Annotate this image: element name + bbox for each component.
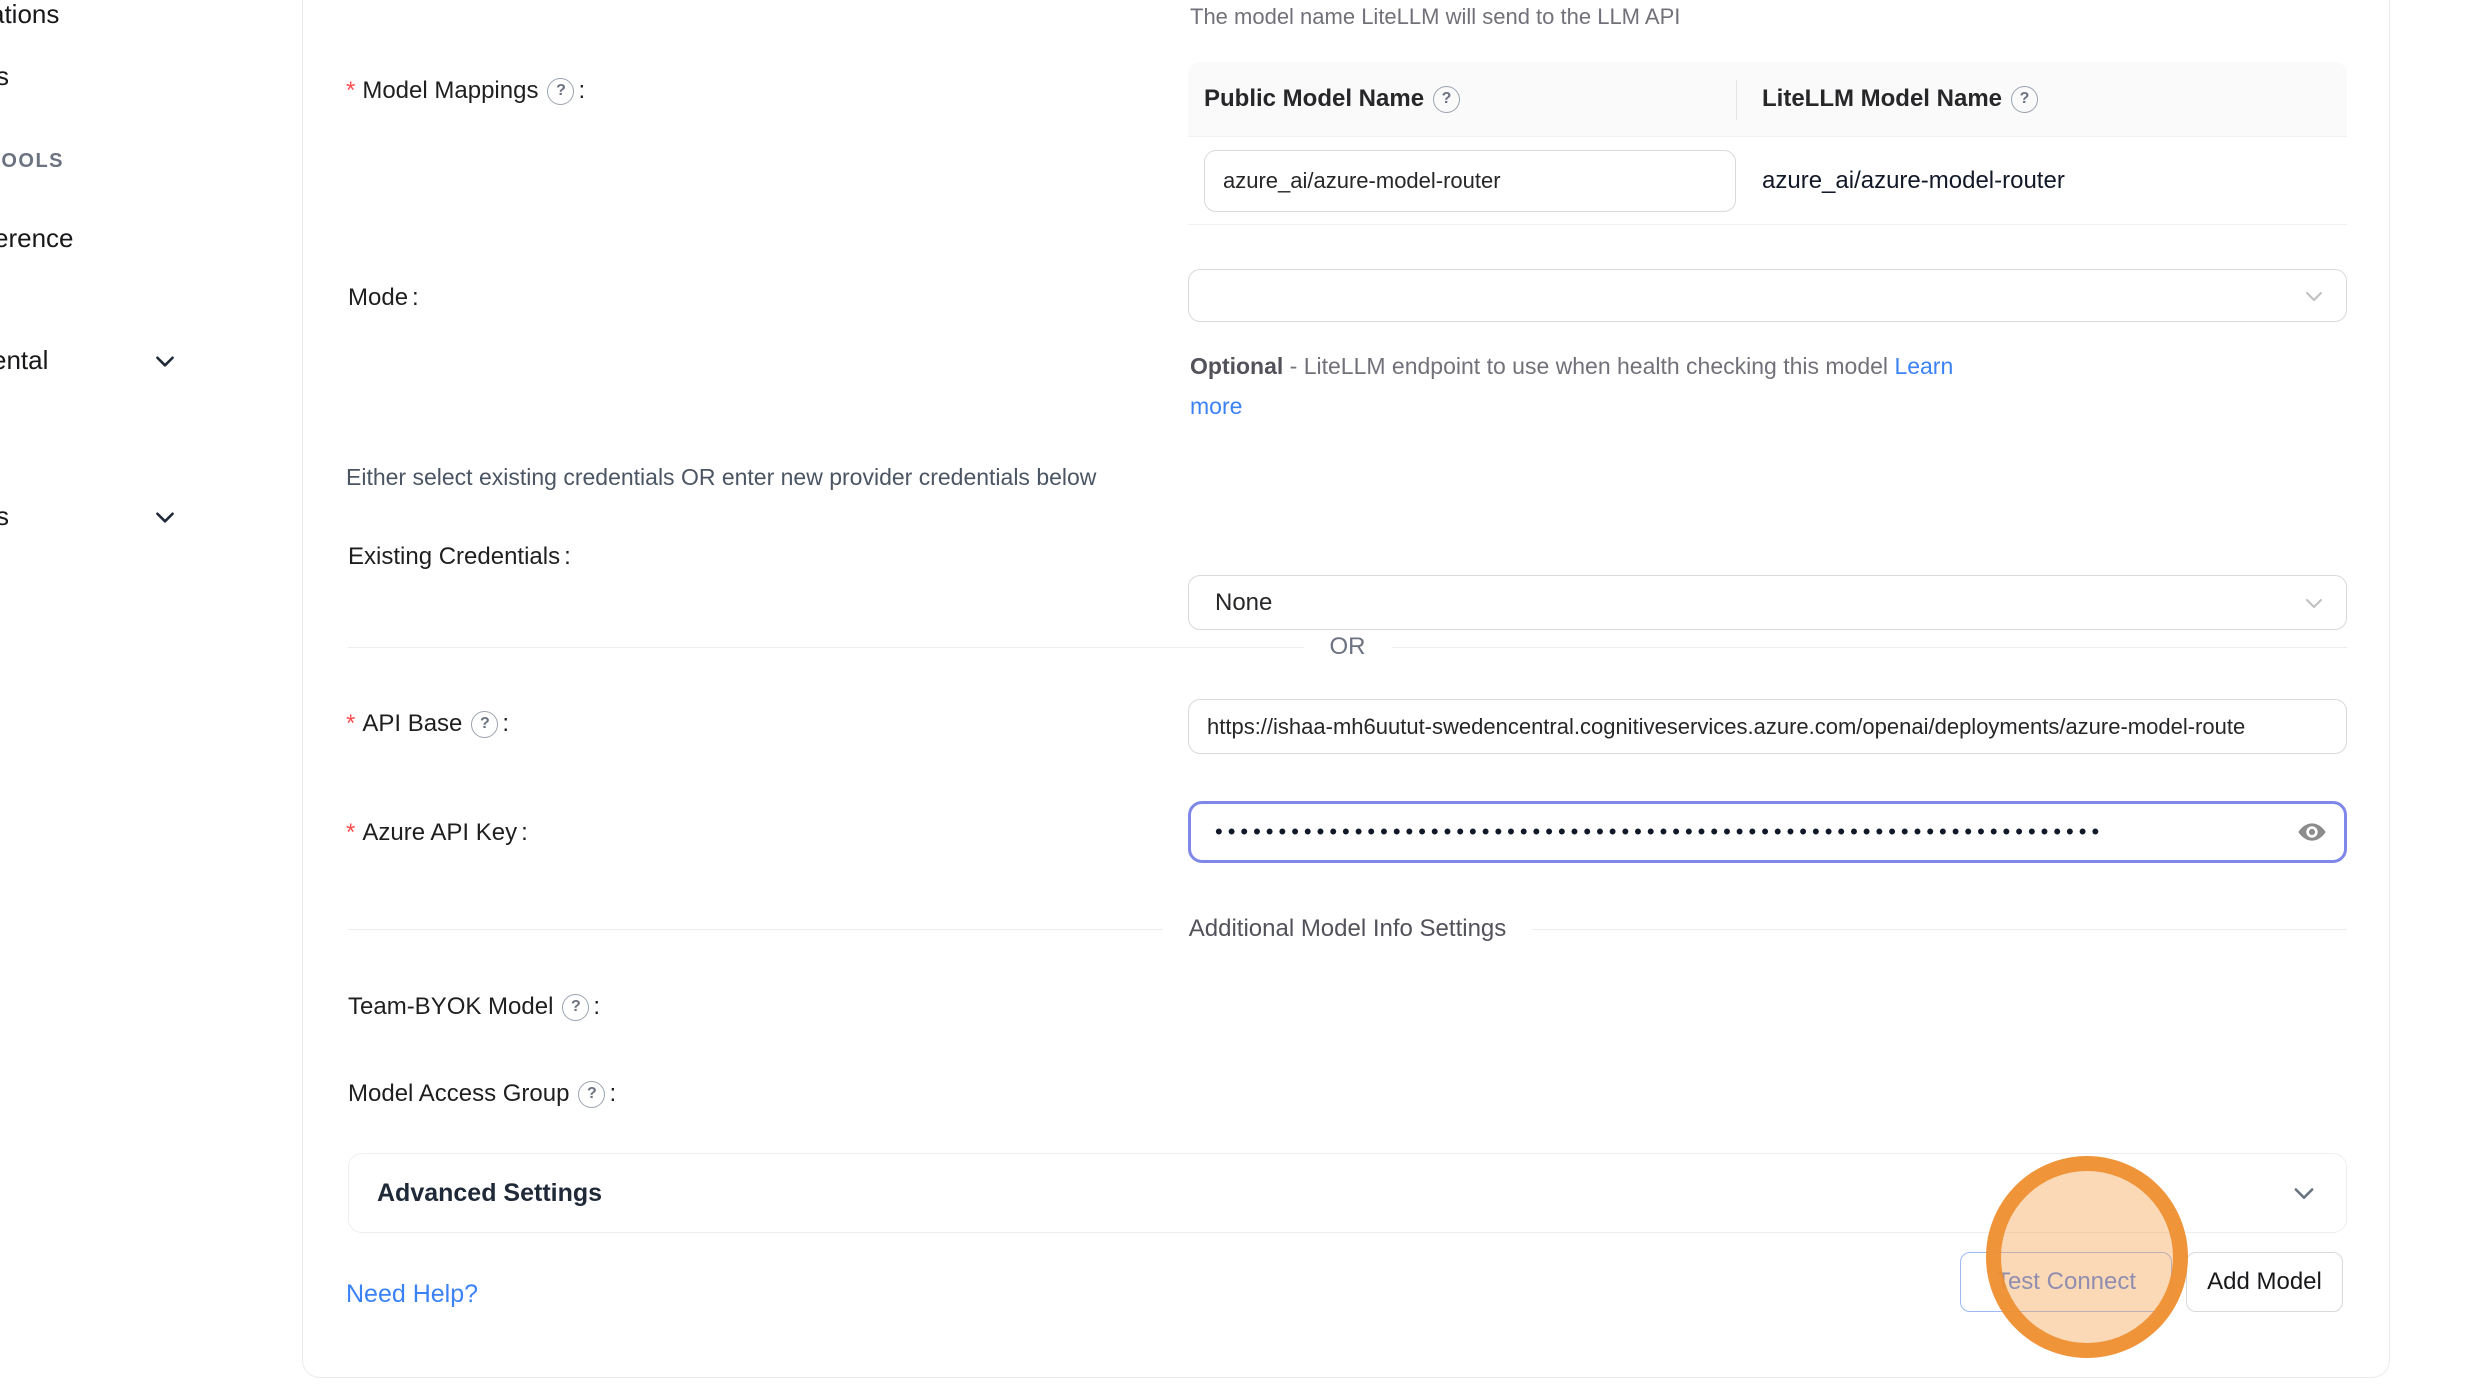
azure-api-key-label: * Azure API Key : [346,818,528,848]
litellm-model-name-value: azure_ai/azure-model-router [1762,167,2065,195]
or-divider: OR [348,633,2347,661]
sidebar-item-4[interactable]: ental [0,344,48,376]
column-divider [1736,80,1737,120]
required-asterisk: * [346,709,355,739]
chevron-down-icon [2302,591,2326,615]
azure-api-key-input[interactable]: ••••••••••••••••••••••••••••••••••••••••… [1188,801,2347,863]
column-header-public-model-name: Public Model Name [1204,85,1424,113]
table-header-row: Public Model Name ? LiteLLM Model Name ? [1188,62,2347,137]
add-model-button[interactable]: Add Model [2186,1252,2343,1312]
help-icon[interactable]: ? [471,711,498,738]
help-icon[interactable]: ? [562,994,589,1021]
chevron-down-icon [2290,1179,2318,1207]
add-model-page: ations s TOOLS erence ental s The model … [0,0,2477,1385]
chevron-down-icon [2302,284,2326,308]
team-byok-label: Team-BYOK Model ? : [348,992,600,1022]
sidebar-item-1[interactable]: ations [0,0,59,30]
sidebar: ations s TOOLS erence ental s [0,0,302,1385]
required-asterisk: * [346,818,355,848]
model-mappings-label: * Model Mappings ? : [346,76,585,106]
test-connect-button[interactable]: Test Connect [1960,1252,2172,1312]
help-icon[interactable]: ? [578,1081,605,1108]
sidebar-item-3[interactable]: erence [0,222,74,254]
sidebar-section-tools: TOOLS [0,150,64,173]
credentials-note: Either select existing credentials OR en… [346,464,1096,491]
chevron-down-icon[interactable] [152,348,178,379]
table-row: azure_ai/azure-model-router [1188,137,2347,225]
need-help-link[interactable]: Need Help? [346,1280,478,1309]
api-base-input[interactable] [1188,699,2347,754]
masked-password-value: ••••••••••••••••••••••••••••••••••••••••… [1215,822,2104,842]
help-icon[interactable]: ? [2011,86,2038,113]
model-access-group-label: Model Access Group ? : [348,1079,616,1109]
eye-icon[interactable] [2296,816,2328,848]
sidebar-item-2[interactable]: s [0,60,9,92]
column-header-litellm-model-name: LiteLLM Model Name [1762,85,2002,113]
existing-credentials-select[interactable]: None [1188,575,2347,630]
learn-more-link[interactable]: Learn [1894,353,1953,379]
public-model-name-input[interactable] [1204,150,1736,212]
model-name-help-text: The model name LiteLLM will send to the … [1190,2,1680,32]
api-base-label: * API Base ? : [346,709,509,739]
learn-more-link[interactable]: more [1190,393,1242,419]
additional-model-info-divider: Additional Model Info Settings [348,915,2347,943]
mode-select[interactable] [1188,269,2347,322]
mode-label: Mode: [348,283,419,313]
advanced-settings-title: Advanced Settings [377,1179,602,1208]
sidebar-item-5[interactable]: s [0,500,9,532]
existing-credentials-label: Existing Credentials: [348,542,571,572]
chevron-down-icon[interactable] [152,504,178,535]
help-icon[interactable]: ? [547,78,574,105]
advanced-settings-panel[interactable]: Advanced Settings [348,1153,2347,1233]
model-mappings-table: Public Model Name ? LiteLLM Model Name ?… [1188,62,2347,225]
mode-help-text: Optional - LiteLLM endpoint to use when … [1190,346,2090,426]
help-icon[interactable]: ? [1433,86,1460,113]
required-asterisk: * [346,76,355,106]
